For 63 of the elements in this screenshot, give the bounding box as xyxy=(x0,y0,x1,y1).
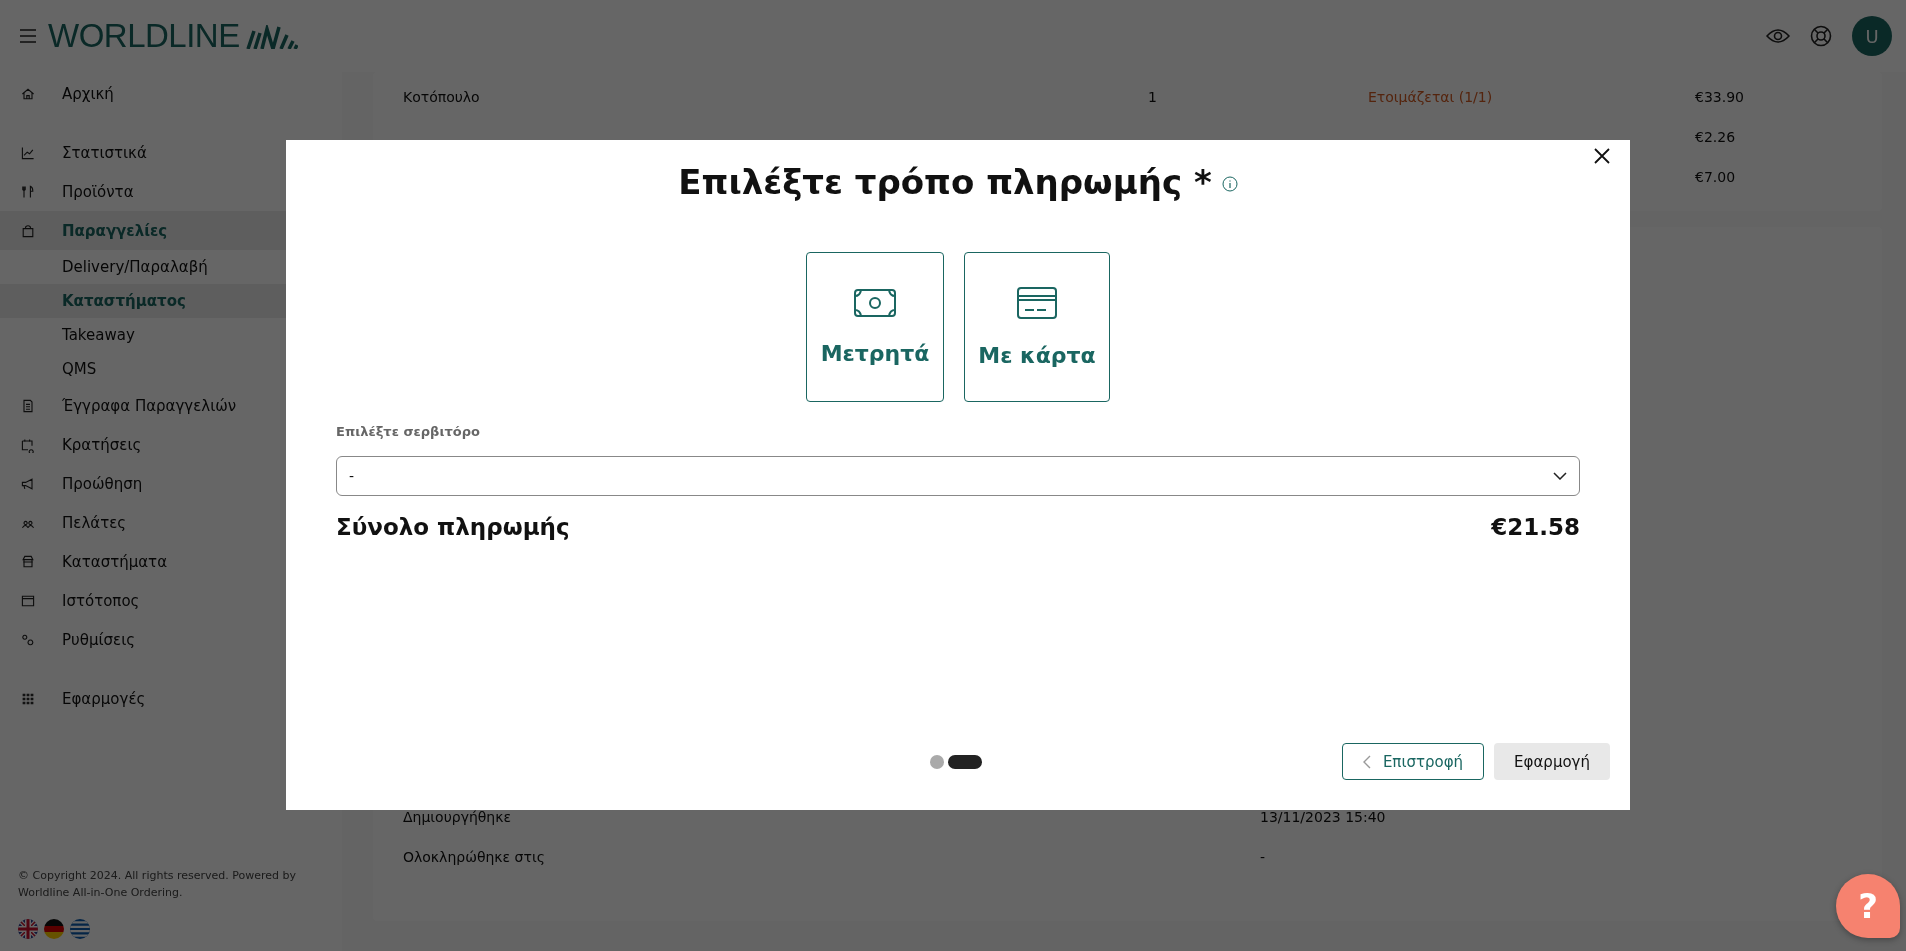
logo-text[interactable]: WORLDLINE xyxy=(48,17,240,55)
payment-method-option[interactable]: Με κάρτα xyxy=(964,252,1110,402)
waiter-select[interactable]: - xyxy=(336,456,1580,496)
germany-flag-icon[interactable] xyxy=(44,919,64,939)
sidebar-item-label: Κρατήσεις xyxy=(62,435,142,454)
info-icon[interactable] xyxy=(1221,176,1238,192)
item-price: €2.26 xyxy=(1695,129,1737,145)
back-button[interactable]: Επιστροφή xyxy=(1341,743,1485,780)
item-name: Κοτόπουλο xyxy=(403,89,481,105)
payment-method-option[interactable]: Μετρητά xyxy=(806,252,944,402)
sidebar-item-label: Καταστήματα xyxy=(62,552,168,571)
detail-value: 13/11/2023 15:40 xyxy=(1260,809,1387,825)
sidebar-item[interactable]: Καταστήματα xyxy=(0,542,342,581)
chevron-left-icon xyxy=(1362,754,1371,769)
menu-icon[interactable] xyxy=(20,29,36,43)
eye-icon[interactable] xyxy=(1766,28,1790,44)
total-label: Σύνολο πληρωμής xyxy=(336,514,570,540)
sidebar-item-label: Προϊόντα xyxy=(62,182,134,201)
sidebar-item-label: Πελάτες xyxy=(62,513,127,532)
sidebar-item[interactable]: Έγγραφα Παραγγελιών xyxy=(0,386,342,425)
banknote-icon xyxy=(854,288,896,317)
uk-flag-icon[interactable] xyxy=(18,919,38,939)
sidebar-item-label: Ιστότοπος xyxy=(62,591,140,610)
item-status: Ετοιμάζεται (1/1) xyxy=(1368,89,1494,105)
sidebar-item[interactable]: Ρυθμίσεις xyxy=(0,620,342,659)
detail-label: Δημιουργήθηκε xyxy=(403,809,513,825)
help-button[interactable]: ? xyxy=(1836,874,1900,938)
greece-flag-icon[interactable] xyxy=(70,919,90,939)
sidebar-item-label: Προώθηση xyxy=(62,474,143,493)
detail-value: - xyxy=(1260,849,1267,865)
logo-waves-icon xyxy=(245,25,298,49)
sidebar-item[interactable]: Στατιστικά xyxy=(0,133,342,172)
megaphone-icon xyxy=(20,475,36,492)
user-avatar[interactable]: U xyxy=(1852,16,1892,56)
credit-card-icon xyxy=(1017,286,1057,319)
cutlery-icon xyxy=(20,183,36,200)
total-amount: €21.58 xyxy=(1491,514,1580,540)
sidebar-item[interactable]: Ιστότοπος xyxy=(0,581,342,620)
copyright-text: © Copyright 2024. All rights reserved. Powered by Worldline All-in-One Ordering. xyxy=(18,867,297,901)
calendar-icon xyxy=(20,436,36,453)
waiter-label: Επιλέξτε σερβιτόρο xyxy=(336,424,481,439)
sidebar-item-label: Εφαρμογές xyxy=(62,689,146,708)
dialog-title: Επιλέξτε τρόπο πληρωμής * xyxy=(678,162,1212,202)
apply-button[interactable]: Εφαρμογή xyxy=(1494,743,1610,780)
sidebar-item[interactable]: Προϊόντα xyxy=(0,172,342,211)
sidebar-item[interactable]: Εφαρμογές xyxy=(0,679,342,718)
item-quantity: 1 xyxy=(1148,89,1158,105)
document-icon xyxy=(20,397,36,414)
chart-icon xyxy=(20,144,36,161)
sidebar-item[interactable]: Αρχική xyxy=(0,74,342,113)
help-lifebuoy-icon[interactable] xyxy=(1810,25,1832,47)
detail-label: Ολοκληρώθηκε στις xyxy=(403,849,546,865)
sidebar-item-label: Αρχική xyxy=(62,84,114,103)
item-price: €7.00 xyxy=(1695,169,1737,185)
sidebar-item-label: Στατιστικά xyxy=(62,143,147,162)
shopping-bag-icon xyxy=(20,222,36,239)
item-price: €33.90 xyxy=(1695,89,1745,105)
sidebar-item-label: Ρυθμίσεις xyxy=(62,630,135,649)
store-icon xyxy=(20,553,36,570)
sidebar-item-label: Έγγραφα Παραγγελιών xyxy=(62,396,237,415)
chevron-down-icon xyxy=(1553,472,1567,480)
sidebar-item-label: Παραγγελίες xyxy=(62,221,168,240)
close-icon[interactable] xyxy=(1594,148,1610,164)
